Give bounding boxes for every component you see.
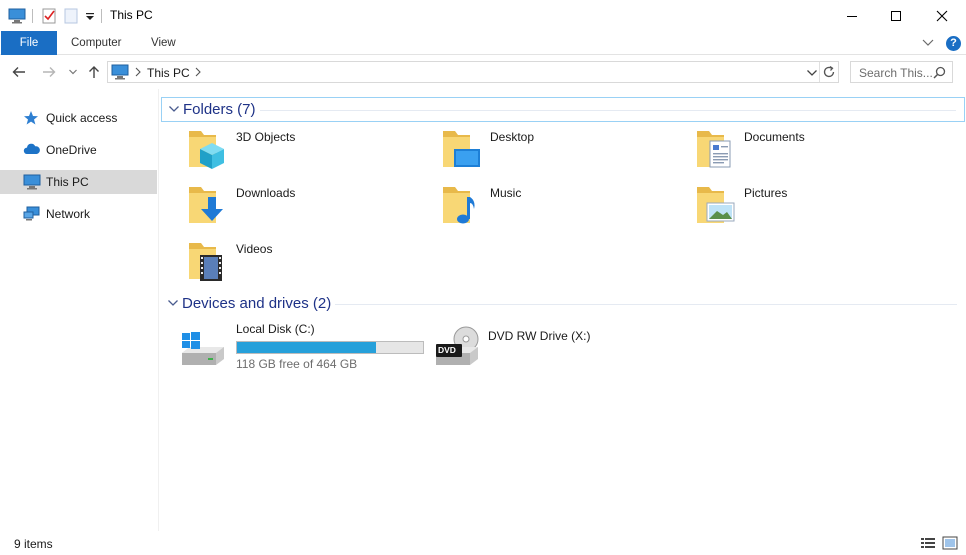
pictures-icon — [696, 183, 736, 227]
folder-name: Music — [490, 186, 522, 200]
up-arrow-icon — [89, 66, 99, 78]
group-divider — [260, 110, 956, 111]
drive-dvd-rw-x[interactable]: DVD DVD RW Drive (X:) — [418, 321, 618, 371]
group-title: Devices and drives (2) — [182, 295, 332, 312]
network-icon — [23, 206, 40, 222]
drive-name: DVD RW Drive (X:) — [488, 329, 591, 343]
sidebar-item-label: OneDrive — [46, 143, 97, 157]
folder-name: Documents — [744, 130, 805, 144]
minimize-button[interactable] — [829, 0, 875, 31]
sidebar-item-label: This PC — [46, 175, 89, 189]
drive-name: Local Disk (C:) — [236, 322, 315, 336]
search-input[interactable]: Search This... — [850, 61, 953, 83]
dvd-badge: DVD — [438, 345, 456, 355]
music-icon — [442, 183, 482, 227]
breadcrumb-this-pc[interactable]: This PC — [147, 66, 190, 80]
star-icon — [23, 110, 40, 126]
group-header-devices[interactable]: Devices and drives (2) — [161, 292, 965, 317]
windows-drive-icon — [180, 331, 226, 370]
tab-file[interactable]: File — [1, 31, 57, 55]
search-placeholder: Search This... — [859, 66, 933, 80]
cloud-icon — [23, 142, 40, 158]
chevron-down-icon[interactable] — [167, 297, 179, 311]
close-button[interactable] — [919, 0, 965, 31]
minimize-icon — [847, 15, 857, 17]
title-bar: This PC — [0, 0, 966, 31]
content-pane: Folders (7) 3D Objects Desktop Documents… — [160, 89, 966, 531]
computer-icon — [111, 64, 129, 83]
folder-name: Pictures — [744, 186, 788, 200]
item-count: 9 items — [14, 537, 53, 551]
tab-view[interactable]: View — [141, 31, 186, 55]
help-icon[interactable]: ? — [946, 35, 961, 51]
folder-documents[interactable]: Documents — [672, 125, 912, 177]
sidebar-item-network[interactable]: Network — [0, 202, 157, 226]
details-view-icon[interactable] — [920, 536, 936, 550]
folder-name: Videos — [236, 242, 273, 256]
folder-3d-objects[interactable]: 3D Objects — [164, 125, 404, 177]
sidebar-item-label: Network — [46, 207, 91, 221]
tab-computer[interactable]: Computer — [61, 31, 132, 55]
computer-icon — [23, 174, 41, 190]
storage-usage-bar — [236, 341, 424, 354]
folder-pictures[interactable]: Pictures — [672, 181, 912, 233]
folder-name: Desktop — [490, 130, 535, 144]
refresh-icon[interactable] — [822, 65, 836, 82]
properties-icon[interactable] — [41, 6, 57, 26]
folder-desktop[interactable]: Desktop — [418, 125, 658, 177]
videos-icon — [188, 239, 228, 283]
desktop-icon — [442, 127, 482, 171]
customize-toolbar-icon[interactable] — [85, 6, 95, 26]
group-divider — [335, 304, 957, 305]
close-icon — [936, 10, 948, 21]
up-button[interactable] — [84, 61, 104, 83]
folder-name: 3D Objects — [236, 130, 296, 144]
chevron-down-icon — [69, 69, 77, 75]
group-header-folders[interactable]: Folders (7) — [161, 97, 965, 122]
address-bar[interactable]: This PC — [107, 61, 839, 83]
status-bar: 9 items — [0, 531, 966, 555]
sidebar-item-onedrive[interactable]: OneDrive — [0, 138, 157, 162]
breadcrumb-separator-icon[interactable] — [194, 66, 202, 81]
3d-objects-icon — [188, 127, 228, 171]
documents-icon — [696, 127, 736, 171]
folder-videos[interactable]: Videos — [164, 237, 404, 289]
storage-usage-fill — [237, 342, 376, 353]
search-icon[interactable] — [933, 66, 946, 82]
forward-button[interactable] — [39, 61, 59, 83]
address-history-dropdown-icon[interactable] — [806, 67, 818, 81]
ribbon-controls: ? — [922, 31, 966, 55]
sidebar-item-quick-access[interactable]: Quick access — [0, 106, 157, 130]
drive-free-space: 118 GB free of 464 GB — [236, 357, 358, 371]
maximize-button[interactable] — [873, 0, 919, 31]
group-title: Folders (7) — [183, 101, 256, 118]
folder-downloads[interactable]: Downloads — [164, 181, 404, 233]
new-folder-icon[interactable] — [64, 6, 78, 26]
forward-arrow-icon — [43, 67, 56, 77]
window-title: This PC — [110, 8, 153, 22]
breadcrumb-separator-icon[interactable] — [134, 66, 142, 81]
folder-music[interactable]: Music — [418, 181, 658, 233]
maximize-icon — [891, 10, 901, 21]
chevron-down-icon[interactable] — [168, 103, 180, 117]
back-button[interactable] — [9, 61, 29, 83]
sidebar-item-label: Quick access — [46, 111, 118, 125]
expand-ribbon-icon[interactable] — [922, 36, 934, 50]
large-icons-view-icon[interactable] — [942, 536, 958, 550]
toolbar-divider — [101, 9, 102, 23]
ribbon-tabs: File Computer View ? — [0, 31, 966, 55]
back-arrow-icon — [12, 67, 25, 77]
folder-name: Downloads — [236, 186, 296, 200]
recent-locations-button[interactable] — [63, 61, 83, 83]
sidebar-item-this-pc[interactable]: This PC — [0, 170, 157, 194]
computer-icon[interactable] — [8, 6, 26, 26]
drive-local-disk-c[interactable]: Local Disk (C:) 118 GB free of 464 GB — [164, 321, 426, 371]
toolbar-divider — [32, 9, 33, 23]
navigation-pane: Quick access OneDrive This PC Network — [0, 89, 159, 531]
downloads-icon — [188, 183, 228, 227]
address-divider — [819, 62, 820, 82]
